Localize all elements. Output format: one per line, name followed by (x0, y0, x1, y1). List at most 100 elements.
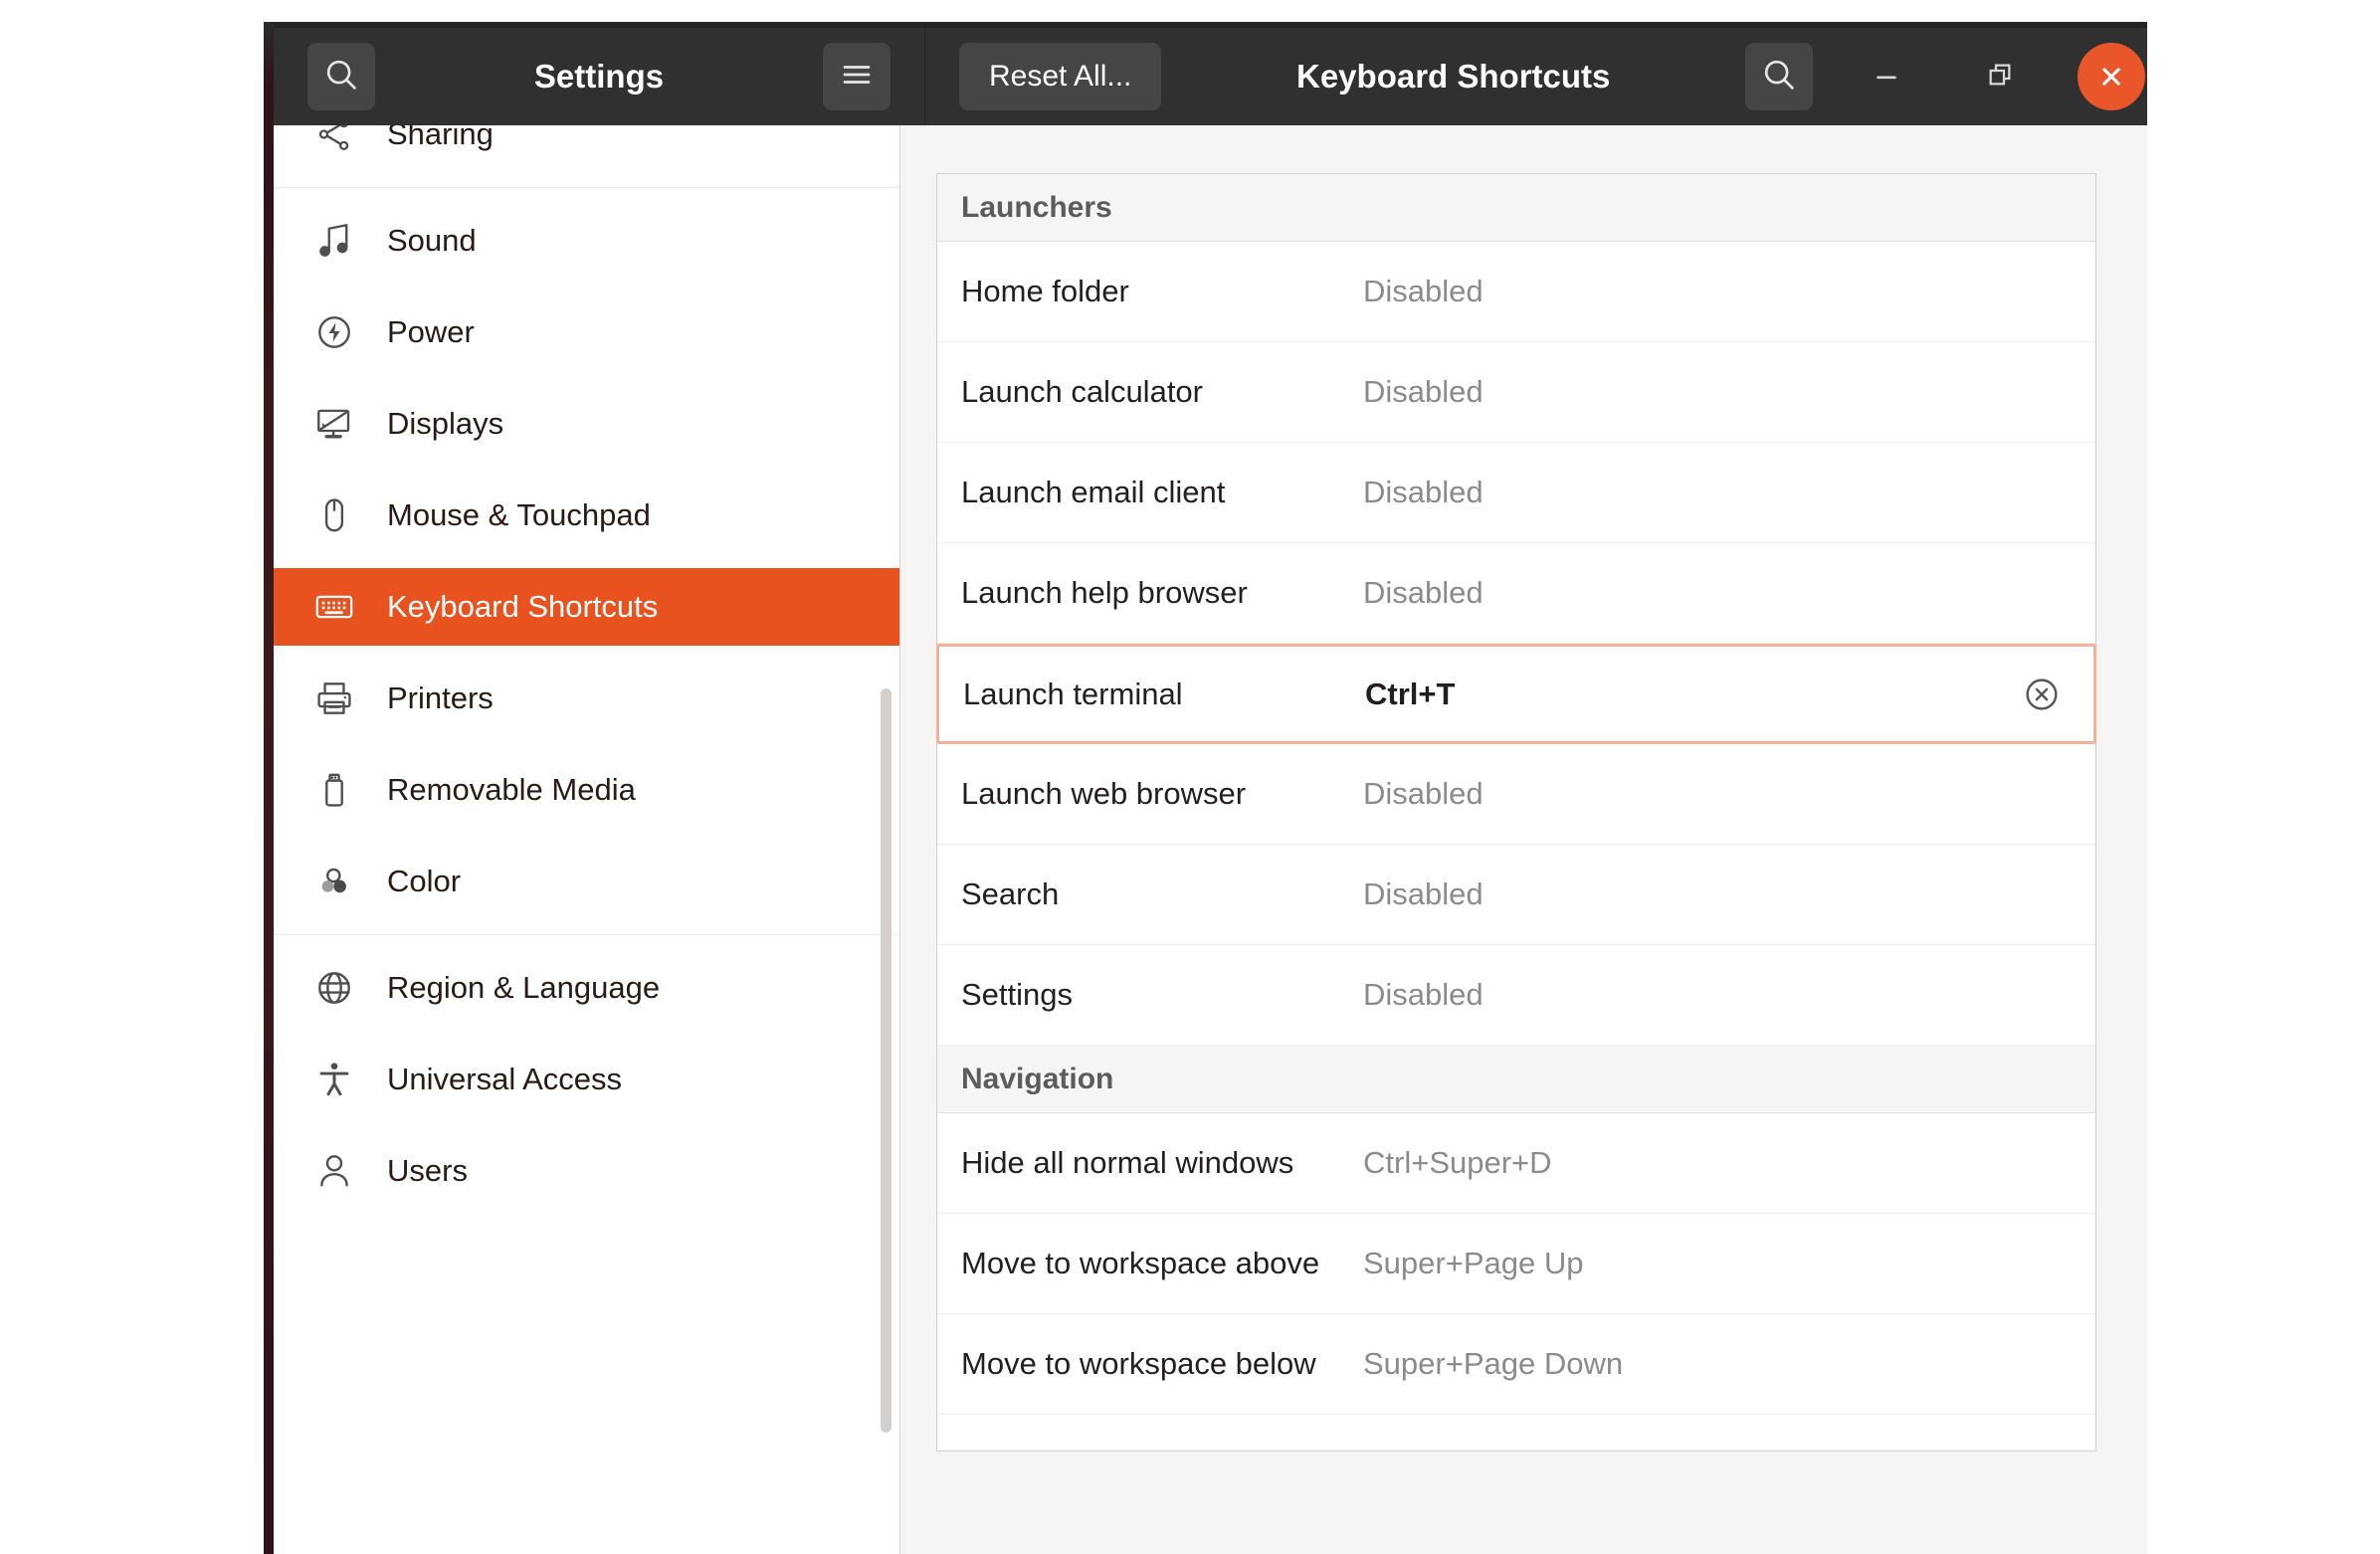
music-note-icon (311, 218, 357, 264)
shortcut-accelerator: Disabled (1363, 475, 1484, 509)
person-icon (311, 1148, 357, 1194)
sidebar-separator (274, 934, 899, 935)
sidebar-item-users[interactable]: Users (274, 1132, 899, 1210)
sidebar-item-label: Power (387, 314, 475, 349)
card-tail-spacer (937, 1415, 2095, 1451)
reset-all-button[interactable]: Reset All... (959, 43, 1162, 110)
shortcut-accelerator: Disabled (1363, 274, 1484, 308)
shortcuts-card: Launchers Home folder Disabled Launch calcu… (936, 173, 2096, 1452)
sidebar-item-label: Sound (387, 223, 477, 258)
sidebar-item-removable-media[interactable]: Removable Media (274, 751, 899, 829)
header-right-section: Reset All... Keyboard Shortcuts (925, 28, 2147, 125)
minimize-button[interactable] (1851, 41, 1922, 112)
shortcut-accelerator: Disabled (1363, 977, 1484, 1012)
shortcut-row[interactable]: Launch email client Disabled (937, 443, 2095, 543)
shortcut-name: Launch help browser (961, 575, 1248, 610)
shortcut-name: Launch email client (961, 475, 1226, 509)
shortcut-row[interactable]: Settings Disabled (937, 945, 2095, 1046)
settings-window: Settings Reset All... Keyboard Shortcuts (264, 22, 2147, 1554)
search-icon (322, 56, 360, 98)
sidebar-item-sound[interactable]: Sound (274, 202, 899, 280)
shortcut-row[interactable]: Hide all normal windows Ctrl+Super+D (937, 1113, 2095, 1214)
shortcut-row[interactable]: Search Disabled (937, 845, 2095, 945)
sidebar-item-color[interactable]: Color (274, 843, 899, 920)
screen: Settings Reset All... Keyboard Shortcuts (0, 0, 2380, 1554)
shortcut-accelerator: Ctrl+T (1365, 676, 1456, 711)
sidebar-item-label: Region & Language (387, 970, 661, 1005)
shortcut-accelerator: Super+Page Up (1363, 1246, 1584, 1280)
maximize-button[interactable] (1964, 41, 2036, 112)
shortcut-row[interactable]: Launch calculator Disabled (937, 342, 2095, 443)
mouse-icon (311, 492, 357, 538)
sidebar-item-label: Universal Access (387, 1062, 623, 1096)
share-icon (311, 125, 357, 157)
shortcut-name: Search (961, 876, 1060, 911)
header-bar: Settings Reset All... Keyboard Shortcuts (274, 22, 2147, 125)
settings-sidebar[interactable]: Sharing Sound Power Displays Mouse & Touchpa… (274, 125, 900, 1554)
section-title: Navigation (961, 1062, 1114, 1095)
sidebar-item-power[interactable]: Power (274, 293, 899, 371)
sidebar-item-label: Removable Media (387, 772, 636, 807)
sidebar-item-label: Printers (387, 680, 494, 715)
search-icon (1760, 56, 1798, 98)
shortcut-name: Hide all normal windows (961, 1145, 1294, 1180)
window-left-edge (264, 22, 274, 1554)
shortcut-accelerator: Disabled (1363, 876, 1484, 911)
search-button-right[interactable] (1745, 43, 1813, 110)
search-button-left[interactable] (307, 43, 375, 110)
shortcut-name: Move to workspace below (961, 1346, 1316, 1381)
restore-window-icon (1984, 59, 2016, 96)
sidebar-item-label: Keyboard Shortcuts (387, 589, 659, 624)
shortcut-accelerator: Disabled (1363, 575, 1484, 610)
sidebar-item-region-language[interactable]: Region & Language (274, 949, 899, 1027)
shortcuts-content: Launchers Home folder Disabled Launch calcu… (900, 125, 2147, 1554)
header-left-section: Settings (274, 28, 925, 125)
shortcut-row[interactable]: Launch help browser Disabled (937, 543, 2095, 644)
color-circles-icon (311, 859, 357, 904)
power-bolt-icon (311, 309, 357, 355)
sidebar-item-printers[interactable]: Printers (274, 660, 899, 737)
menu-button[interactable] (823, 43, 891, 110)
sidebar-item-keyboard-shortcuts[interactable]: Keyboard Shortcuts (274, 568, 899, 646)
keyboard-shortcuts-title: Keyboard Shortcuts (1296, 58, 1611, 95)
sidebar-item-label: Sharing (387, 125, 494, 151)
sidebar-item-label: Users (387, 1153, 468, 1188)
shortcut-accelerator: Disabled (1363, 374, 1484, 409)
section-title: Launchers (961, 190, 1112, 224)
shortcut-row[interactable]: Move to workspace below Super+Page Down (937, 1314, 2095, 1415)
accessibility-icon (311, 1057, 357, 1102)
shortcut-accelerator: Disabled (1363, 776, 1484, 811)
shortcut-row-focused[interactable]: Launch terminal Ctrl+T (936, 644, 2096, 744)
sidebar-item-displays[interactable]: Displays (274, 385, 899, 463)
shortcut-name: Settings (961, 977, 1074, 1012)
window-body: Sharing Sound Power Displays Mouse & Touchpa… (274, 125, 2147, 1554)
sidebar-item-mouse-touchpad[interactable]: Mouse & Touchpad (274, 477, 899, 554)
clear-shortcut-icon[interactable] (2020, 673, 2064, 716)
sidebar-scrollbar[interactable] (881, 688, 892, 1433)
shortcut-name: Home folder (961, 274, 1129, 308)
usb-drive-icon (311, 767, 357, 813)
shortcut-row[interactable]: Home folder Disabled (937, 242, 2095, 342)
shortcut-row[interactable]: Move to workspace above Super+Page Up (937, 1214, 2095, 1314)
shortcut-accelerator: Ctrl+Super+D (1363, 1145, 1552, 1180)
settings-title: Settings (533, 58, 665, 95)
close-icon (2078, 43, 2145, 110)
shortcut-name: Launch calculator (961, 374, 1203, 409)
minimize-icon (1870, 58, 1903, 97)
sidebar-item-sharing[interactable]: Sharing (274, 125, 899, 173)
section-header: Launchers (937, 174, 2095, 242)
sidebar-item-universal-access[interactable]: Universal Access (274, 1041, 899, 1118)
sidebar-item-label: Mouse & Touchpad (387, 497, 651, 532)
shortcut-row[interactable]: Launch web browser Disabled (937, 744, 2095, 845)
close-button[interactable] (2076, 41, 2147, 112)
